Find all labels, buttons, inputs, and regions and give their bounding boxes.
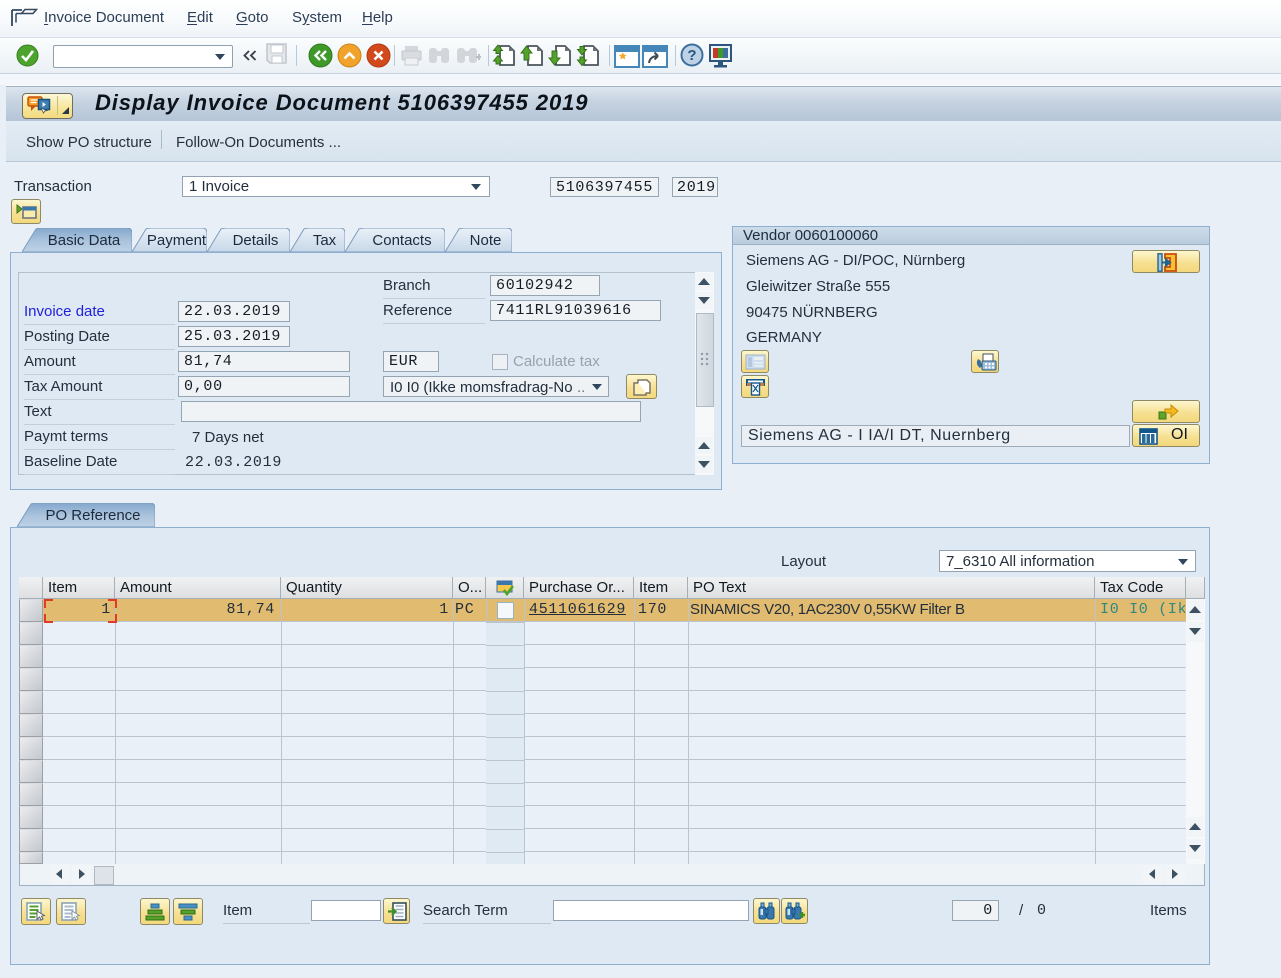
svg-text:?: ? xyxy=(687,47,696,64)
